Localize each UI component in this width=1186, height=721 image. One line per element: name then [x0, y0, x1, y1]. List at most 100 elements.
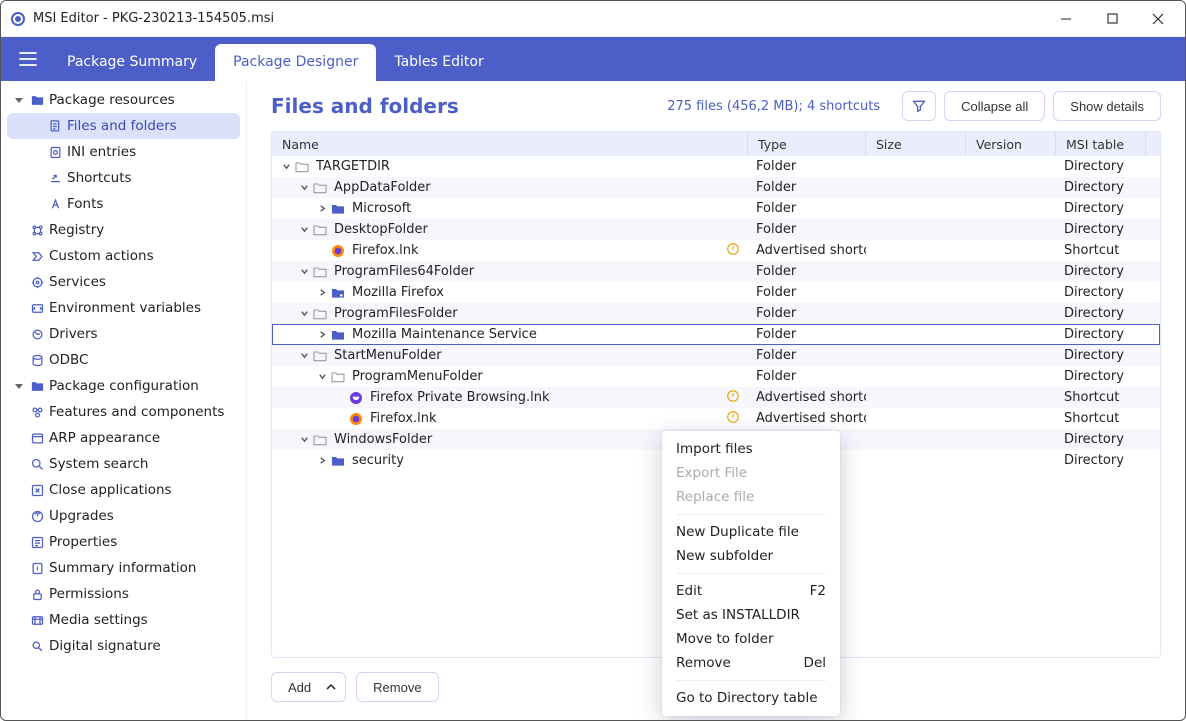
folder-icon	[330, 369, 346, 385]
filter-button[interactable]	[902, 91, 936, 121]
tab-package-summary[interactable]: Package Summary	[49, 44, 215, 81]
nav-system-search[interactable]: System search	[7, 451, 240, 477]
table-row[interactable]: ProgramFilesFolderFolderDirectory	[272, 303, 1160, 324]
ctx-new-subfolder[interactable]: New subfolder	[662, 544, 840, 568]
nav-summary-info[interactable]: Summary information	[7, 555, 240, 581]
nav-upgrades[interactable]: Upgrades	[7, 503, 240, 529]
titlebar: MSI Editor - PKG-230213-154505.msi	[1, 1, 1185, 37]
expand-toggle[interactable]	[316, 204, 328, 213]
nav-arp[interactable]: ARP appearance	[7, 425, 240, 451]
warning-icon	[726, 410, 740, 428]
table-row[interactable]: StartMenuFolderFolderDirectory	[272, 345, 1160, 366]
table-row[interactable]: Firefox.lnkAdvertised shortcutShortcut	[272, 408, 1160, 429]
table-header: Name Type Size Version MSI table	[272, 132, 1160, 156]
ctx-edit[interactable]: EditF2	[662, 579, 840, 603]
nav-digital-signature[interactable]: Digital signature	[7, 633, 240, 659]
tab-tables-editor[interactable]: Tables Editor	[376, 44, 501, 81]
nav-files-folders[interactable]: Files and folders	[7, 113, 240, 139]
nav-features[interactable]: Features and components	[7, 399, 240, 425]
env-icon	[27, 301, 47, 316]
add-button[interactable]: Add	[271, 672, 346, 702]
row-name: Mozilla Maintenance Service	[352, 327, 537, 342]
col-size[interactable]: Size	[866, 132, 966, 156]
nav-services[interactable]: Services	[7, 269, 240, 295]
ctx-remove[interactable]: RemoveDel	[662, 651, 840, 675]
table-row[interactable]: Firefox.lnkAdvertised shortcutShortcut	[272, 240, 1160, 261]
maximize-button[interactable]	[1089, 1, 1135, 37]
col-name[interactable]: Name	[272, 132, 748, 156]
summary-icon	[27, 561, 47, 576]
expand-toggle[interactable]	[298, 267, 310, 276]
row-type: Advertised shortcut	[748, 411, 866, 426]
arp-icon	[27, 431, 47, 446]
nav-registry[interactable]: Registry	[7, 217, 240, 243]
col-version[interactable]: Version	[966, 132, 1056, 156]
col-type[interactable]: Type	[748, 132, 866, 156]
expand-toggle[interactable]	[316, 372, 328, 381]
row-type: Advertised shortcut	[748, 390, 866, 405]
table-row[interactable]: TARGETDIRFolderDirectory	[272, 156, 1160, 177]
row-type: Folder	[748, 180, 866, 195]
folder-blue-icon	[330, 327, 346, 343]
table-row[interactable]: Firefox Private Browsing.lnk Advertised s…	[272, 387, 1160, 408]
nav-odbc[interactable]: ODBC	[7, 347, 240, 373]
nav-properties[interactable]: Properties	[7, 529, 240, 555]
close-button[interactable]	[1135, 1, 1181, 37]
ctx-goto-directory[interactable]: Go to Directory table	[662, 686, 840, 710]
row-type: Folder	[748, 222, 866, 237]
nav-ini-entries[interactable]: INI entries	[7, 139, 240, 165]
table-row[interactable]: AppDataFolderFolderDirectory	[272, 177, 1160, 198]
row-type: Folder	[748, 201, 866, 216]
collapse-all-button[interactable]: Collapse all	[944, 91, 1045, 121]
expand-toggle[interactable]	[298, 225, 310, 234]
row-name: Firefox Private Browsing.lnk	[370, 390, 550, 405]
table-row[interactable]: MicrosoftFolderDirectory	[272, 198, 1160, 219]
folder-icon	[27, 379, 47, 394]
font-icon	[45, 197, 65, 212]
table-row[interactable]: Mozilla FirefoxFolderDirectory	[272, 282, 1160, 303]
expand-toggle[interactable]	[316, 288, 328, 297]
nav-custom-actions[interactable]: Custom actions	[7, 243, 240, 269]
expand-toggle[interactable]	[298, 351, 310, 360]
row-name: Mozilla Firefox	[352, 285, 444, 300]
table-row[interactable]: ProgramFiles64FolderFolderDirectory	[272, 261, 1160, 282]
row-name: AppDataFolder	[334, 180, 431, 195]
nav-close-apps[interactable]: Close applications	[7, 477, 240, 503]
warning-icon	[726, 389, 740, 407]
nav-env-vars[interactable]: Environment variables	[7, 295, 240, 321]
nav-fonts[interactable]: Fonts	[7, 191, 240, 217]
nav-package-configuration[interactable]: Package configuration	[7, 373, 240, 399]
expand-toggle[interactable]	[298, 309, 310, 318]
nav-shortcuts[interactable]: Shortcuts	[7, 165, 240, 191]
warning-icon	[726, 242, 740, 260]
expand-toggle[interactable]	[298, 183, 310, 192]
row-table: Directory	[1056, 453, 1146, 468]
permissions-icon	[27, 587, 47, 602]
table-row[interactable]: ProgramMenuFolderFolderDirectory	[272, 366, 1160, 387]
menu-button[interactable]	[7, 37, 49, 81]
ctx-new-duplicate[interactable]: New Duplicate file	[662, 520, 840, 544]
shortcut-icon	[45, 171, 65, 186]
row-name: WindowsFolder	[334, 432, 432, 447]
expand-toggle[interactable]	[298, 435, 310, 444]
nav-drivers[interactable]: Drivers	[7, 321, 240, 347]
expand-toggle[interactable]	[316, 456, 328, 465]
expand-toggle[interactable]	[280, 162, 292, 171]
show-details-button[interactable]: Show details	[1053, 91, 1161, 121]
tab-package-designer[interactable]: Package Designer	[215, 44, 376, 81]
minimize-button[interactable]	[1043, 1, 1089, 37]
ctx-set-installdir[interactable]: Set as INSTALLDIR	[662, 603, 840, 627]
folder-icon	[27, 93, 47, 108]
table-row[interactable]: Mozilla Maintenance ServiceFolderDirecto…	[272, 324, 1160, 345]
ctx-import-files[interactable]: Import files	[662, 437, 840, 461]
remove-button[interactable]: Remove	[356, 672, 438, 702]
registry-icon	[27, 223, 47, 238]
expand-toggle[interactable]	[316, 330, 328, 339]
nav-package-resources[interactable]: Package resources	[7, 87, 240, 113]
table-row[interactable]: DesktopFolderFolderDirectory	[272, 219, 1160, 240]
col-msi-table[interactable]: MSI table	[1056, 132, 1146, 156]
ctx-move-folder[interactable]: Move to folder	[662, 627, 840, 651]
nav-permissions[interactable]: Permissions	[7, 581, 240, 607]
row-name: Firefox.lnk	[370, 411, 437, 426]
nav-media[interactable]: Media settings	[7, 607, 240, 633]
